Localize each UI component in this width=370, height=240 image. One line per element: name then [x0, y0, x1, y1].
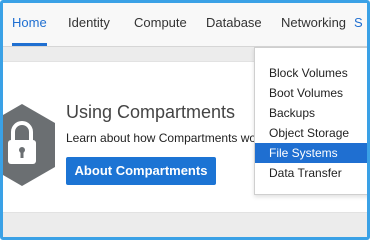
menu-item-file-systems[interactable]: File Systems [255, 143, 367, 163]
nav-item-label: Database [206, 15, 262, 30]
lock-shield-icon [3, 104, 55, 186]
window-frame: Home Identity Compute Database Networkin… [0, 0, 370, 240]
nav-item-label: Compute [134, 15, 187, 30]
menu-item-backups[interactable]: Backups [255, 103, 367, 123]
menu-item-object-storage[interactable]: Object Storage [255, 123, 367, 143]
nav-item-label: S [354, 15, 363, 30]
menu-item-block-volumes[interactable]: Block Volumes [255, 63, 367, 83]
nav-item-storage-partial[interactable]: S [354, 15, 363, 39]
active-tab-indicator [12, 43, 47, 46]
menu-item-boot-volumes[interactable]: Boot Volumes [255, 83, 367, 103]
storage-dropdown-menu: Block Volumes Boot Volumes Backups Objec… [254, 47, 367, 195]
menu-item-data-transfer[interactable]: Data Transfer [255, 163, 367, 183]
card-title: Using Compartments [66, 102, 236, 122]
about-compartments-button[interactable]: About Compartments [66, 157, 216, 185]
card-description: Learn about how Compartments wo [66, 131, 257, 145]
nav-item-networking[interactable]: Networking [281, 15, 346, 39]
nav-item-label: Networking [281, 15, 347, 30]
nav-item-label: Home [12, 15, 47, 30]
top-navigation-bar: Home Identity Compute Database Networkin… [3, 3, 367, 47]
nav-item-label: Identity [68, 15, 110, 30]
nav-item-identity[interactable]: Identity [68, 15, 110, 39]
nav-item-home[interactable]: Home [12, 15, 47, 46]
nav-item-compute[interactable]: Compute [134, 15, 187, 39]
nav-item-database[interactable]: Database [206, 15, 262, 39]
